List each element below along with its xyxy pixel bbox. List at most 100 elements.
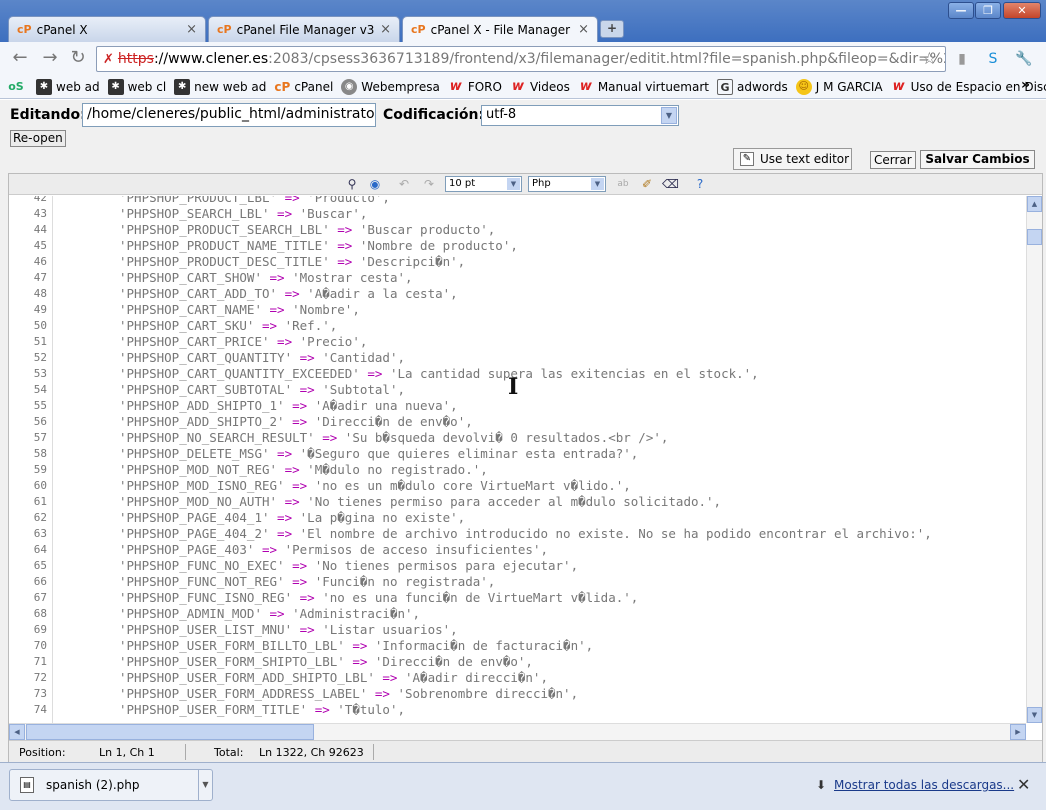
scroll-down-icon[interactable]: ▼: [1027, 707, 1042, 723]
chevron-down-icon: ▼: [661, 107, 677, 124]
wrench-icon[interactable]: 🔧: [1015, 50, 1033, 68]
line-number: 46: [33, 255, 47, 268]
line-number: 71: [33, 655, 47, 668]
file-path-input[interactable]: /home/cleneres/public_html/administrator…: [82, 103, 376, 127]
chevron-down-icon[interactable]: ▼: [198, 770, 212, 800]
scroll-right-icon[interactable]: ▶: [1010, 724, 1026, 740]
maximize-button[interactable]: ❐: [975, 2, 1001, 19]
horizontal-scrollbar[interactable]: ◀ ▶: [9, 723, 1026, 740]
code-text: 'PHPSHOP_CART_PRICE' => 'Precio',: [119, 334, 367, 350]
close-icon[interactable]: ×: [186, 22, 197, 37]
code-text: 'PHPSHOP_PAGE_404_1' => 'La p�gina no ex…: [119, 510, 465, 526]
spellcheck-icon[interactable]: ab: [615, 176, 631, 192]
code-operator: =>: [284, 286, 300, 301]
text-cursor-icon: I: [508, 374, 519, 400]
code-value: 'Ref.',: [284, 318, 338, 333]
smiley-icon: ☺: [795, 78, 812, 95]
signal-icon[interactable]: ▮: [953, 50, 971, 68]
line-number: 55: [33, 399, 47, 412]
forward-button[interactable]: →: [38, 47, 62, 71]
code-text: 'PHPSHOP_USER_FORM_ADD_SHIPTO_LBL' => 'A…: [119, 670, 548, 686]
reload-button[interactable]: ↻: [66, 47, 90, 71]
bookmark-web-ad[interactable]: ✱ web ad: [36, 78, 100, 95]
bookmark-star-icon[interactable]: ☆: [922, 49, 937, 69]
close-icon[interactable]: ×: [380, 22, 391, 37]
insecure-lock-icon: ✗: [103, 51, 114, 67]
code-line: 66 'PHPSHOP_FUNC_NOT_REG' => 'Funci�n no …: [9, 574, 1026, 590]
bookmark-webempresa[interactable]: ◉ Webempresa: [341, 78, 440, 95]
highlight-brush-icon[interactable]: ✐: [639, 176, 655, 192]
goto-icon[interactable]: ◉: [367, 176, 383, 192]
chevron-down-icon: ▼: [507, 178, 520, 190]
code-key: 'PHPSHOP_CART_SHOW': [119, 270, 262, 285]
close-downloads-button[interactable]: ✕: [1017, 775, 1030, 794]
scroll-left-icon[interactable]: ◀: [9, 724, 25, 740]
code-key: 'PHPSHOP_USER_FORM_TITLE': [119, 702, 308, 717]
back-button[interactable]: ←: [8, 47, 32, 71]
code-key: 'PHPSHOP_SEARCH_LBL': [119, 206, 270, 221]
bookmark-logo[interactable]: oS: [8, 79, 28, 95]
address-bar[interactable]: ✗ https ://www.clener.es :2083/cpsess363…: [96, 46, 946, 72]
encoding-select[interactable]: utf-8 ▼: [481, 105, 679, 126]
tab-label: cPanel X: [36, 22, 88, 37]
show-all-downloads-link[interactable]: ⬇ Mostrar todas las descargas...: [816, 778, 1014, 792]
bookmark-cpanel[interactable]: cP cPanel: [274, 79, 333, 95]
bookmark-jm-garcia[interactable]: ☺ J M GARCIA: [795, 78, 883, 95]
downloads-bar: ▤ spanish (2).php ▼ ⬇ Mostrar todas las …: [0, 762, 1046, 810]
position-label: Position:: [19, 746, 66, 759]
tab-cpanel-x[interactable]: cP cPanel X ×: [8, 16, 206, 42]
syntax-select[interactable]: Php ▼: [528, 176, 606, 192]
code-value: 'Buscar',: [299, 206, 368, 221]
undo-icon[interactable]: ↶: [396, 176, 412, 192]
code-key: 'PHPSHOP_USER_FORM_ADD_SHIPTO_LBL': [119, 670, 375, 685]
bookmark-web-cl[interactable]: ✱ web cl: [107, 78, 166, 95]
scroll-thumb[interactable]: [26, 724, 314, 740]
bookmark-label: web ad: [56, 79, 100, 94]
help-icon[interactable]: ?: [692, 176, 708, 192]
code-key: 'PHPSHOP_DELETE_MSG': [119, 446, 270, 461]
window-close-button[interactable]: ✕: [1003, 2, 1041, 19]
use-text-editor-button[interactable]: ✎ Use text editor: [733, 148, 852, 170]
code-key: 'PHPSHOP_USER_FORM_SHIPTO_LBL': [119, 654, 345, 669]
close-button[interactable]: Cerrar: [870, 151, 916, 169]
download-item[interactable]: ▤ spanish (2).php ▼: [9, 769, 213, 801]
code-text: 'PHPSHOP_FUNC_ISNO_REG' => 'no es una fu…: [119, 590, 638, 606]
bookmark-new-web-ad[interactable]: ✱ new web ad: [174, 78, 266, 95]
code-area[interactable]: 42 'PHPSHOP_PRODUCT_LBL' => 'Producto', 43…: [9, 196, 1026, 723]
encoding-label: Codificación:: [383, 107, 485, 123]
code-operator: =>: [299, 382, 315, 397]
bookmark-foro[interactable]: w FORO: [448, 79, 502, 95]
code-value: 'No tienes permisos para ejecutar',: [314, 558, 579, 573]
line-number: 63: [33, 527, 47, 540]
code-operator: =>: [292, 414, 308, 429]
font-size-select[interactable]: 10 pt ▼: [445, 176, 522, 192]
new-tab-button[interactable]: +: [600, 20, 624, 38]
binoculars-icon[interactable]: ⚲: [344, 176, 360, 192]
scroll-thumb[interactable]: [1027, 229, 1042, 245]
redo-icon[interactable]: ↷: [421, 176, 437, 192]
scroll-up-icon[interactable]: ▲: [1027, 196, 1042, 212]
tab-file-manager-active[interactable]: cP cPanel X - File Manager ×: [402, 16, 598, 42]
code-line: 74 'PHPSHOP_USER_FORM_TITLE' => 'T�tulo',: [9, 702, 1026, 718]
code-text: 'PHPSHOP_FUNC_NO_EXEC' => 'No tienes per…: [119, 558, 578, 574]
code-operator: =>: [374, 686, 390, 701]
vertical-scrollbar[interactable]: ▲ ▼: [1026, 196, 1042, 723]
minimize-button[interactable]: —: [948, 2, 974, 19]
bookmark-adwords[interactable]: Gadwords: [717, 78, 788, 95]
url-host: ://www.clener.es: [153, 51, 269, 67]
bookmark-manual-virtuemart[interactable]: w Manual virtuemart: [578, 79, 709, 95]
eraser-icon[interactable]: ⌫: [662, 176, 679, 192]
code-line: 49 'PHPSHOP_CART_NAME' => 'Nombre',: [9, 302, 1026, 318]
code-text: 'PHPSHOP_USER_FORM_BILLTO_LBL' => 'Infor…: [119, 638, 593, 654]
close-icon[interactable]: ×: [578, 22, 589, 37]
skype-icon[interactable]: S: [984, 50, 1002, 68]
tab-cpanel-file-manager[interactable]: cP cPanel File Manager v3 ×: [208, 16, 400, 42]
code-value: 'Su b�squeda devolvi� 0 resultados.<br /…: [344, 430, 669, 445]
code-line: 68 'PHPSHOP_ADMIN_MOD' => 'Administraci�n…: [9, 606, 1026, 622]
bookmark-videos[interactable]: w Videos: [510, 79, 570, 95]
bookmarks-overflow-icon[interactable]: »: [1021, 77, 1030, 93]
code-line: 48 'PHPSHOP_CART_ADD_TO' => 'A�adir a la …: [9, 286, 1026, 302]
reopen-button[interactable]: Re-open: [10, 130, 66, 147]
code-line: 47 'PHPSHOP_CART_SHOW' => 'Mostrar cesta'…: [9, 270, 1026, 286]
save-changes-button[interactable]: Salvar Cambios: [920, 150, 1035, 169]
